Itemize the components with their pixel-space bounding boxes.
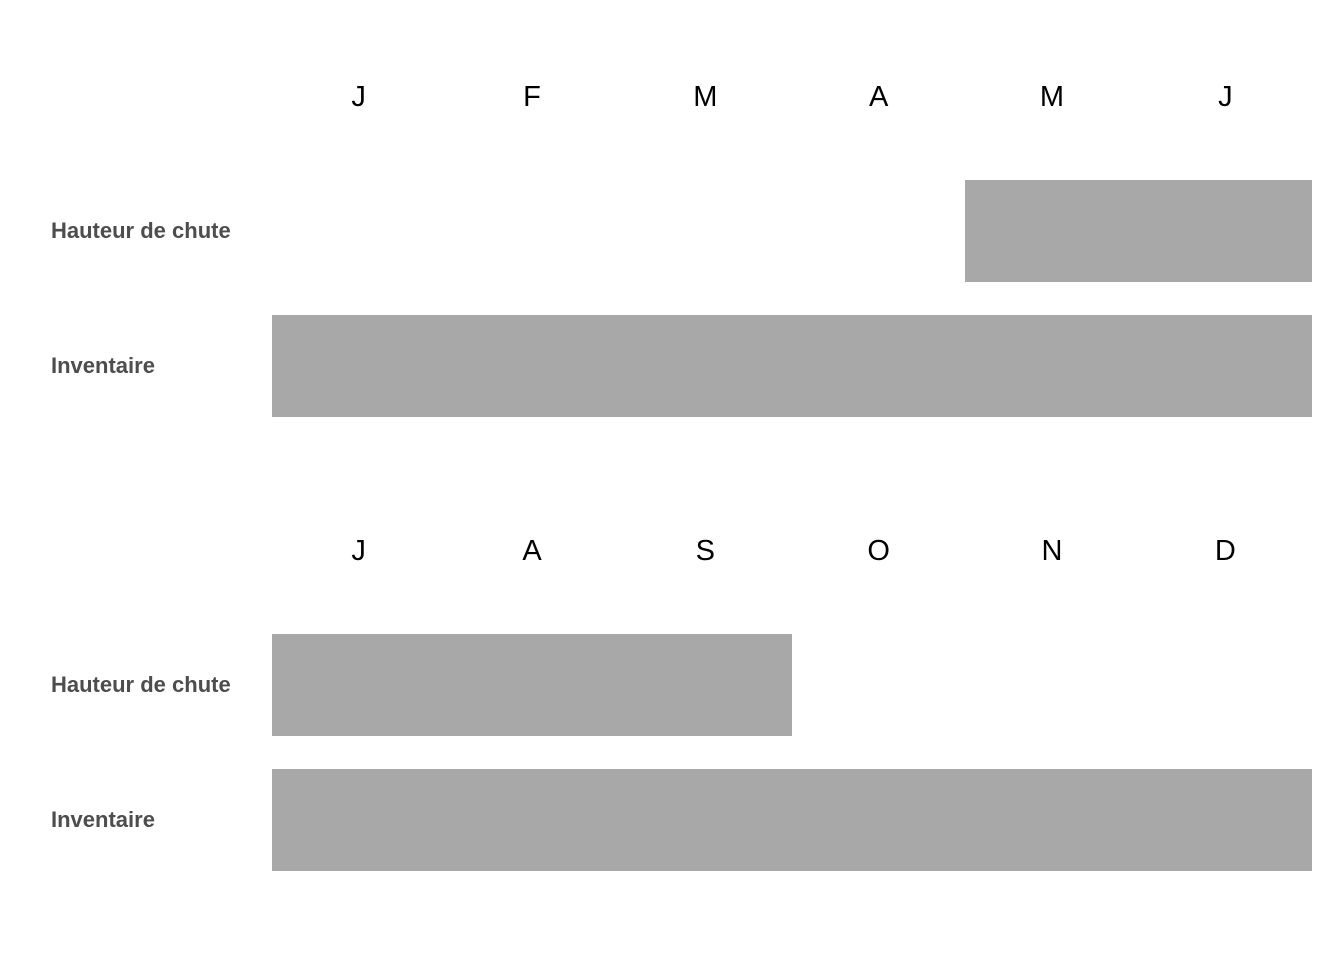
gantt-bar [272,769,1312,871]
month-label: M [693,81,718,113]
month-label: J [351,81,366,113]
month-label: S [695,535,715,567]
gantt-bar [272,315,1312,417]
row-label: Inventaire [51,353,155,378]
month-label: A [522,535,542,567]
row-label: Inventaire [51,807,155,832]
month-label: F [523,81,541,113]
month-label: J [351,535,366,567]
row-label: Hauteur de chute [51,218,231,243]
month-label: A [868,81,889,113]
month-label: M [1039,81,1065,113]
month-label: D [1214,535,1236,567]
gantt-bar [272,634,792,736]
gantt-bar [965,180,1312,282]
month-label: J [1218,81,1233,113]
row-label: Hauteur de chute [51,672,231,697]
month-label: O [867,535,890,567]
month-label: N [1041,535,1063,567]
